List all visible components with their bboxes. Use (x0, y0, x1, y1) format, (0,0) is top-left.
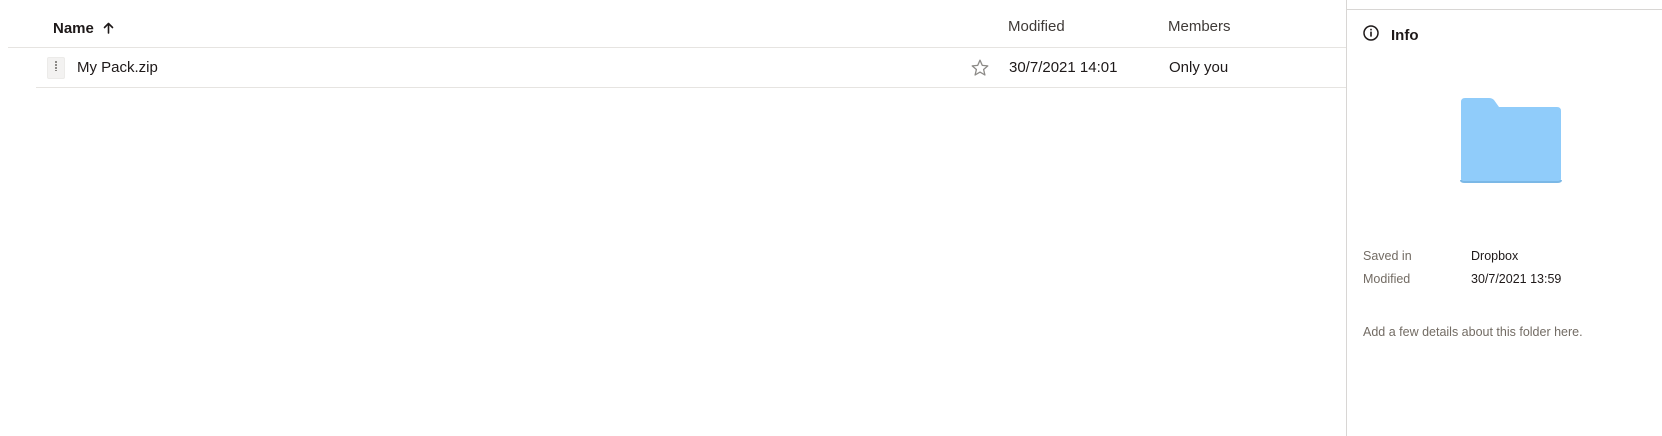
info-panel-header: Info (1362, 24, 1419, 47)
saved-in-label: Saved in (1363, 249, 1412, 263)
file-browser: Name Modified Members My Pack.zip 30/7/2… (0, 0, 1662, 436)
members-column-header[interactable]: Members (1168, 18, 1231, 35)
name-column-label: Name (53, 19, 94, 37)
panel-divider (1347, 9, 1662, 10)
table-row[interactable]: My Pack.zip 30/7/2021 14:01 Only you (36, 48, 1346, 88)
info-icon (1362, 24, 1380, 47)
modified-label: Modified (1363, 272, 1411, 286)
info-panel-title: Info (1391, 27, 1419, 44)
modified-column-header[interactable]: Modified (1008, 18, 1065, 35)
file-members: Only you (1169, 59, 1229, 76)
name-column-header[interactable]: Name (53, 18, 114, 38)
folder-icon (1459, 98, 1563, 184)
list-header: Name Modified Members (8, 0, 1346, 48)
file-name[interactable]: My Pack.zip (77, 59, 158, 76)
file-modified: 30/7/2021 14:01 (1009, 59, 1118, 76)
folder-description-field[interactable]: Add a few details about this folder here… (1363, 325, 1583, 339)
file-list: Name Modified Members My Pack.zip 30/7/2… (0, 0, 1346, 436)
arrow-up-icon (103, 22, 114, 34)
star-icon[interactable] (969, 57, 991, 79)
modified-value: 30/7/2021 13:59 (1471, 272, 1562, 286)
saved-in-value[interactable]: Dropbox (1471, 249, 1518, 263)
zip-file-icon (47, 57, 65, 79)
info-panel: Info Saved in Dropbox Modified 30/7/2021… (1346, 0, 1662, 436)
